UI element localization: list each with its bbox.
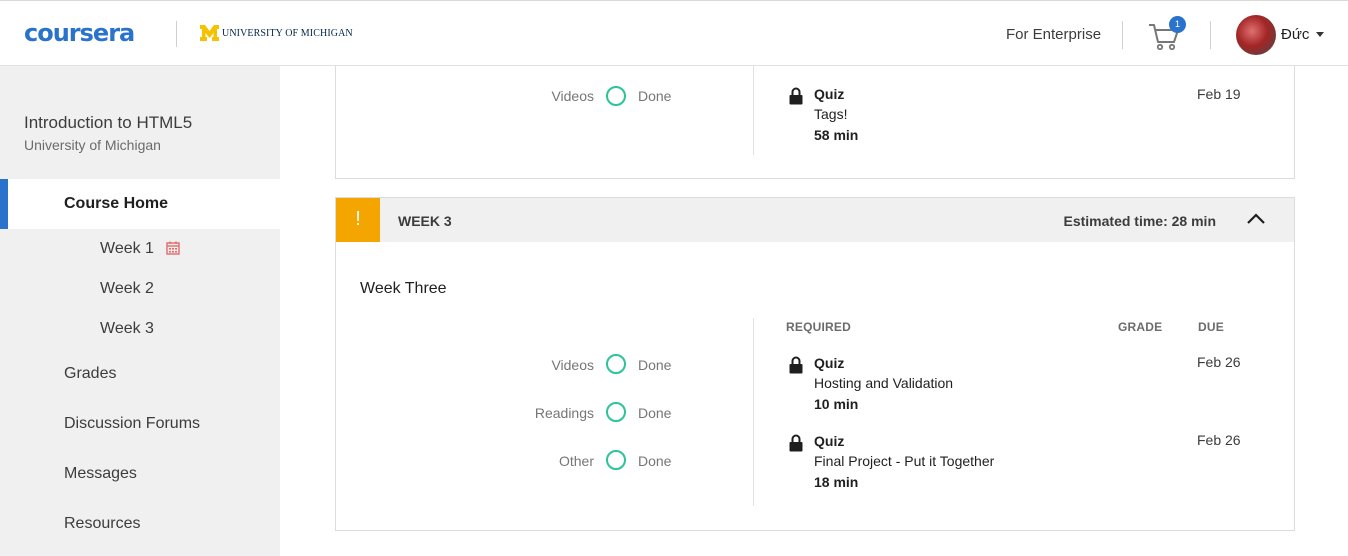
course-university: University of Michigan xyxy=(24,137,161,153)
item-type[interactable]: Quiz xyxy=(814,355,844,371)
warning-icon: ! xyxy=(336,198,380,242)
active-indicator xyxy=(0,179,8,229)
stat-label-readings: Readings xyxy=(534,405,594,421)
chevron-up-icon[interactable] xyxy=(1246,212,1266,226)
partner-logo[interactable]: UNIVERSITY OF MICHIGAN xyxy=(200,25,353,41)
michigan-m-icon xyxy=(200,25,219,41)
week-3-card: ! WEEK 3 Estimated time: 28 min Week Thr… xyxy=(335,197,1295,531)
sidebar-item-week-3[interactable]: Week 3 xyxy=(100,320,154,338)
item-due-date: Feb 19 xyxy=(1197,86,1241,102)
sidebar-item-label: Course Home xyxy=(64,195,169,212)
course-sidebar: Introduction to HTML5 University of Mich… xyxy=(0,66,280,556)
check-circle-icon xyxy=(606,450,626,470)
week-name: Week Three xyxy=(360,280,447,297)
sidebar-item-week-2[interactable]: Week 2 xyxy=(100,280,154,298)
column-divider xyxy=(753,318,754,506)
week-title: WEEK 3 xyxy=(398,213,452,229)
stat-status: Done xyxy=(638,357,672,373)
cart-count-badge: 1 xyxy=(1169,16,1186,33)
top-header: coursera UNIVERSITY OF MICHIGAN For Ente… xyxy=(0,0,1348,66)
coursera-logo[interactable]: coursera xyxy=(24,19,135,47)
column-divider xyxy=(753,66,754,155)
column-header-required: REQUIRED xyxy=(786,320,851,334)
check-circle-icon xyxy=(606,402,626,422)
item-due-date: Feb 26 xyxy=(1197,354,1241,370)
sidebar-item-discussion-forums[interactable]: Discussion Forums xyxy=(64,415,200,433)
item-time: 58 min xyxy=(814,127,859,143)
sidebar-item-messages[interactable]: Messages xyxy=(64,465,137,483)
sidebar-item-resources[interactable]: Resources xyxy=(64,515,140,533)
sidebar-item-week-1[interactable]: Week 1 xyxy=(100,240,154,258)
item-time: 10 min xyxy=(814,396,859,412)
check-circle-icon xyxy=(606,354,626,374)
lock-icon xyxy=(789,356,803,374)
week-3-header[interactable]: ! WEEK 3 Estimated time: 28 min xyxy=(336,198,1294,242)
check-circle-icon xyxy=(606,86,626,106)
chevron-down-icon[interactable] xyxy=(1316,32,1324,37)
for-enterprise-link[interactable]: For Enterprise xyxy=(1006,26,1101,43)
column-header-due: DUE xyxy=(1198,320,1224,334)
stat-status: Done xyxy=(638,88,672,104)
logo-divider xyxy=(176,21,177,47)
lock-icon xyxy=(789,87,803,105)
item-name[interactable]: Hosting and Validation xyxy=(814,375,953,391)
item-type[interactable]: Quiz xyxy=(814,86,844,102)
column-header-grade: GRADE xyxy=(1118,320,1163,334)
sidebar-item-grades[interactable]: Grades xyxy=(64,365,116,383)
stat-label-videos: Videos xyxy=(551,357,594,373)
item-time: 18 min xyxy=(814,474,859,490)
sidebar-item-course-home[interactable]: Course Home xyxy=(0,179,280,229)
calendar-icon xyxy=(166,241,180,255)
stat-status: Done xyxy=(638,405,672,421)
partner-name: UNIVERSITY OF MICHIGAN xyxy=(222,27,353,39)
item-type[interactable]: Quiz xyxy=(814,433,844,449)
item-name[interactable]: Tags! xyxy=(814,106,847,122)
header-divider xyxy=(1122,21,1123,49)
item-name[interactable]: Final Project - Put it Together xyxy=(814,453,994,469)
username[interactable]: Đức xyxy=(1281,26,1309,43)
stat-label-videos: Videos xyxy=(551,88,594,104)
lock-icon xyxy=(789,434,803,452)
avatar[interactable] xyxy=(1236,15,1276,55)
header-divider xyxy=(1210,21,1211,49)
estimated-time: Estimated time: 28 min xyxy=(1063,213,1217,229)
stat-status: Done xyxy=(638,453,672,469)
item-due-date: Feb 26 xyxy=(1197,432,1241,448)
stat-label-other: Other xyxy=(558,453,594,469)
week-2-card: Videos Done Quiz Tags! 58 min Feb 19 xyxy=(335,66,1295,179)
course-title[interactable]: Introduction to HTML5 xyxy=(24,113,192,133)
